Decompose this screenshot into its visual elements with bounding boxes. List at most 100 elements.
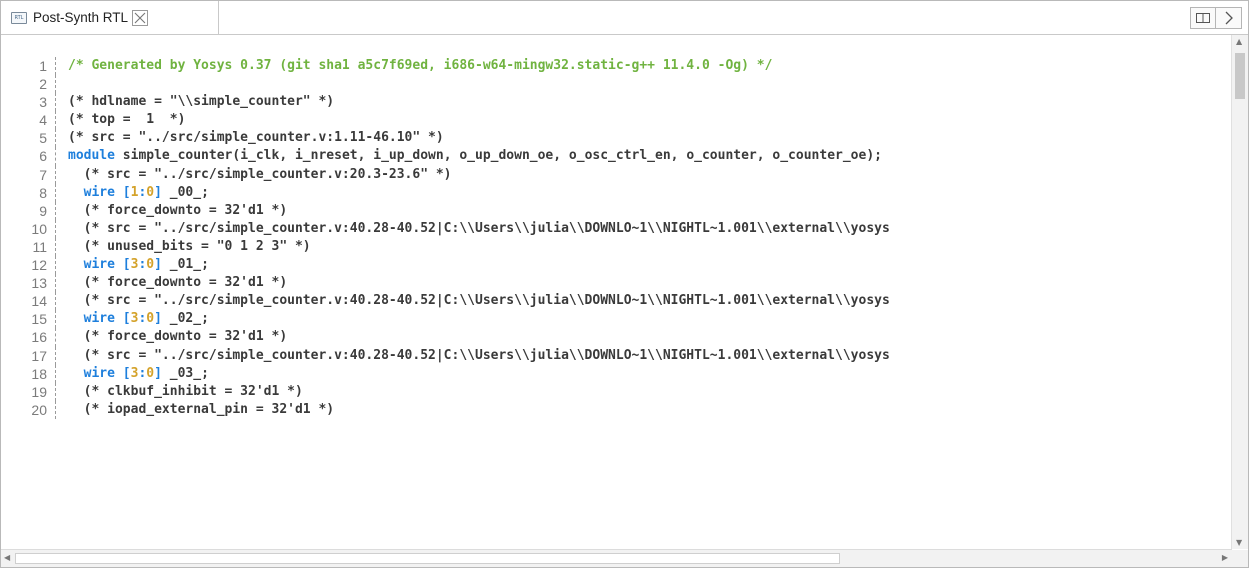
vertical-scroll-thumb[interactable] [1235,53,1245,99]
code-token: (* hdlname = "\\simple_counter" *) [68,94,335,110]
code-token: wire [83,365,115,381]
code-text: /* Generated by Yosys 0.37 (git sha1 a5c… [55,57,772,76]
code-token: module [68,148,115,164]
code-line: 10 (* src = "../src/simple_counter.v:40.… [1,219,1231,238]
line-number: 9 [39,202,47,219]
next-tab-button[interactable] [1216,7,1242,29]
scroll-left-icon[interactable]: ◀ [4,553,10,562]
code-line: 16 (* force_downto = 32'd1 *) [1,328,1231,347]
tab-post-synth-rtl[interactable]: RTL Post-Synth RTL [1,1,219,34]
code-text: (* top = 1 *) [55,111,186,130]
code-line: 20 (* iopad_external_pin = 32'd1 *) [1,400,1231,419]
scroll-up-icon[interactable]: ▲ [1236,37,1242,46]
code-token: (* top = 1 *) [68,112,186,128]
code-token: simple_counter(i_clk, i_nreset, i_up_dow… [114,148,882,164]
line-number: 16 [31,329,47,346]
code-token: (* src = "../src/simple_counter.v:20.3-2… [68,166,452,182]
code-token: 0 [146,184,155,200]
line-number: 10 [31,220,47,237]
code-token: 0 [146,311,155,327]
code-token: (* src = "../src/simple_counter.v:40.28-… [68,220,890,236]
code-line: 4 (* top = 1 *) [1,111,1231,130]
scroll-down-icon[interactable]: ▼ [1236,538,1242,547]
code-token: [ [114,311,131,327]
code-text: wire [3:0] _01_; [55,256,209,275]
line-number: 18 [31,365,47,382]
close-icon[interactable] [132,9,149,26]
code-text: wire [3:0] _02_; [55,310,209,329]
line-number: 3 [39,94,47,111]
code-token: (* src = "../src/simple_counter.v:40.28-… [68,347,890,363]
code-text [55,75,76,94]
code-text: wire [1:0] _00_; [55,183,209,202]
code-line: 3 (* hdlname = "\\simple_counter" *) [1,93,1231,112]
scroll-right-icon[interactable]: ▶ [1222,553,1228,562]
code-text: (* force_downto = 32'd1 *) [55,328,288,347]
code-text: (* src = "../src/simple_counter.v:40.28-… [55,346,890,365]
line-number: 2 [39,76,47,93]
code-token: [ [114,184,131,200]
code-text: (* iopad_external_pin = 32'd1 *) [55,400,335,419]
code-token: (* iopad_external_pin = 32'd1 *) [68,401,335,417]
code-token: 0 [146,257,155,273]
code-line: 19 (* clkbuf_inhibit = 32'd1 *) [1,382,1231,401]
code-token: ] [154,365,162,381]
line-number: 6 [39,148,47,165]
code-token: ] [154,184,162,200]
code-token: _02_; [161,311,209,327]
code-text: (* src = "../src/simple_counter.v:20.3-2… [55,165,452,184]
split-view-button[interactable] [1190,7,1216,29]
code-token: (* unused_bits = "0 1 2 3" *) [68,238,311,254]
code-text: wire [3:0] _03_; [55,364,209,383]
horizontal-scroll-thumb[interactable] [15,553,840,564]
code-text: (* force_downto = 32'd1 *) [55,201,288,220]
code-token: (* force_downto = 32'd1 *) [68,202,288,218]
code-text: (* unused_bits = "0 1 2 3" *) [55,237,311,257]
line-number: 17 [31,347,47,364]
code-token: (* force_downto = 32'd1 *) [68,275,288,291]
code-line: 2 [1,75,1231,94]
code-text: (* force_downto = 32'd1 *) [55,274,288,293]
code-token: ] [154,311,162,327]
line-number: 5 [39,130,47,147]
code-line: 1 /* Generated by Yosys 0.37 (git sha1 a5… [1,57,1231,76]
code-token: _01_; [161,257,209,273]
line-number: 19 [31,383,47,400]
code-line: 17 (* src = "../src/simple_counter.v:40.… [1,346,1231,365]
line-number: 1 [39,58,47,74]
code-text: (* src = "../src/simple_counter.v:1.11-4… [55,129,444,148]
code-token: 0 [146,365,155,381]
chevron-right-icon [1225,11,1233,25]
split-view-icon [1196,13,1210,23]
code-line: 6 module simple_counter(i_clk, i_nreset, … [1,147,1231,166]
code-text: (* src = "../src/simple_counter.v:40.28-… [55,292,890,311]
code-token: wire [83,311,115,327]
code-text: (* src = "../src/simple_counter.v:40.28-… [55,219,890,238]
code-token: (* force_downto = 32'd1 *) [68,329,288,345]
scrollbar-corner [1232,550,1248,567]
post-synth-rtl-panel: RTL Post-Synth RTL 1 /* Generated by Yosy… [0,0,1249,568]
code-token: (* clkbuf_inhibit = 32'd1 *) [68,383,303,399]
line-number: 14 [31,293,47,310]
line-number: 13 [31,275,47,292]
code-text: (* clkbuf_inhibit = 32'd1 *) [55,382,303,401]
code-editor[interactable]: 1 /* Generated by Yosys 0.37 (git sha1 a5… [1,35,1231,549]
code-line: 5 (* src = "../src/simple_counter.v:1.11-… [1,129,1231,148]
line-number: 15 [31,311,47,328]
code-token: wire [83,257,115,273]
vertical-scrollbar[interactable]: ▲ ▼ [1231,35,1248,549]
code-token: ] [154,257,162,273]
rtl-file-icon: RTL [11,11,27,24]
code-token: [ [114,257,131,273]
code-text: (* hdlname = "\\simple_counter" *) [55,93,335,112]
code-line: 15 wire [3:0] _02_; [1,310,1231,329]
code-line: 11 (* unused_bits = "0 1 2 3" *) [1,237,1231,257]
code-token: _00_; [161,184,209,200]
horizontal-scrollbar[interactable]: ◀ ▶ [1,549,1232,567]
code-token: wire [83,184,115,200]
line-number: 7 [39,166,47,183]
